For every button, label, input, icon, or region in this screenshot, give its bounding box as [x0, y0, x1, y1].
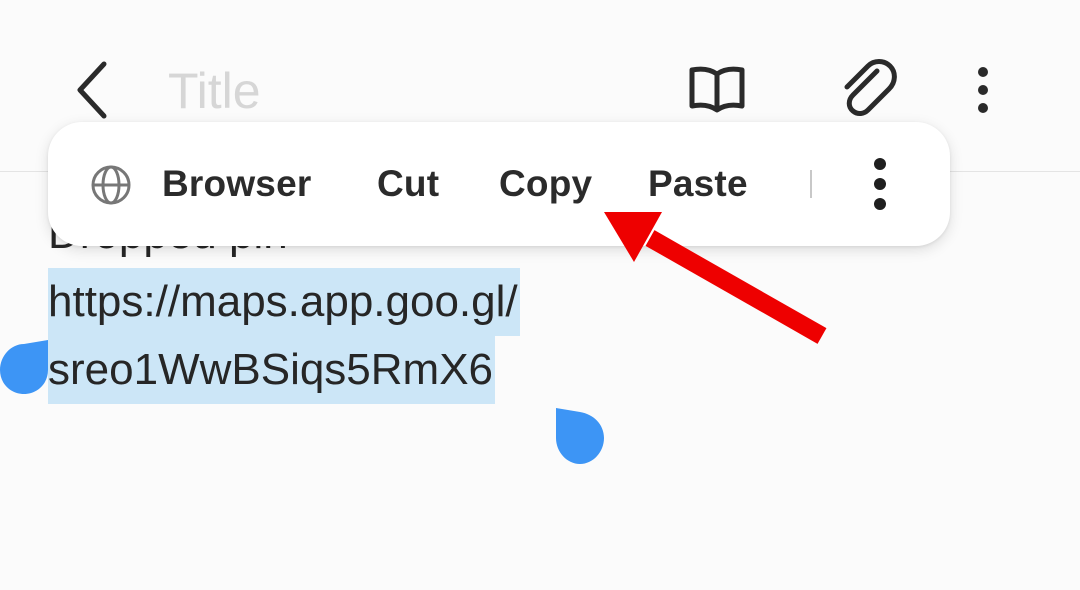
text-selection-menu: Browser Cut Copy Paste	[48, 122, 950, 246]
paste-button[interactable]: Paste	[648, 122, 748, 246]
selection-end-handle[interactable]	[556, 408, 604, 464]
browser-button[interactable]: Browser	[162, 122, 311, 246]
book-open-icon	[689, 66, 745, 113]
cut-button[interactable]: Cut	[377, 122, 439, 246]
paperclip-icon	[844, 59, 897, 116]
selected-text[interactable]: https://maps.app.goo.gl/	[48, 268, 520, 336]
selected-text[interactable]: sreo1WwBSiqs5RmX6	[48, 336, 496, 404]
title-input[interactable]	[168, 62, 568, 120]
more-vertical-icon	[978, 67, 988, 113]
more-options-button[interactable]	[960, 58, 1006, 122]
menu-more-button[interactable]	[856, 156, 904, 212]
selection-start-handle[interactable]	[0, 340, 48, 394]
reading-mode-button[interactable]	[684, 58, 750, 122]
back-button[interactable]	[62, 58, 122, 122]
attach-button[interactable]	[834, 56, 900, 122]
menu-separator	[810, 170, 812, 198]
more-vertical-icon	[874, 158, 886, 210]
copy-button[interactable]: Copy	[499, 122, 592, 246]
globe-icon	[91, 165, 131, 205]
chevron-left-icon	[77, 61, 107, 119]
